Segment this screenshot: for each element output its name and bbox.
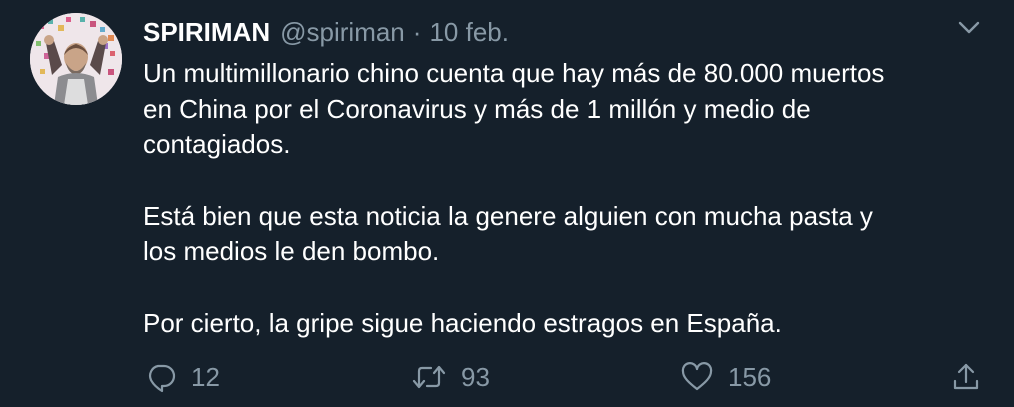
tweet-card[interactable]: SPIRIMAN @spiriman · 10 feb. Un multimil… (0, 0, 1014, 407)
like-count: 156 (728, 362, 772, 392)
retweet-count: 93 (461, 362, 490, 392)
share-button[interactable] (950, 354, 982, 400)
avatar-photo (30, 13, 122, 105)
tweet-header: SPIRIMAN @spiriman · 10 feb. (143, 14, 509, 50)
heart-icon (681, 362, 713, 391)
retweet-button[interactable]: 93 (411, 354, 490, 400)
avatar[interactable] (30, 13, 122, 105)
share-icon (953, 363, 979, 390)
reply-count: 12 (191, 362, 220, 392)
tweet-date[interactable]: 10 feb. (429, 14, 509, 50)
display-name[interactable]: SPIRIMAN (143, 14, 270, 50)
user-handle[interactable]: @spiriman (280, 14, 405, 50)
tweet-text: Un multimillonario chino cuenta que hay … (143, 56, 993, 341)
reply-icon (148, 364, 176, 393)
retweet-icon (412, 365, 446, 389)
tweet-paragraph: Por cierto, la gripe sigue haciendo estr… (143, 307, 782, 338)
tweet-paragraph: Un multimillonario chino cuenta que hay … (143, 58, 885, 159)
reply-button[interactable]: 12 (145, 354, 220, 400)
separator-dot: · (412, 17, 422, 47)
tweet-actions: 12 93 156 (0, 354, 1014, 400)
tweet-paragraph: Está bien que esta noticia la genere alg… (143, 200, 873, 267)
tweet-menu-button[interactable] (955, 18, 983, 38)
like-button[interactable]: 156 (680, 354, 771, 400)
chevron-down-icon (958, 21, 980, 34)
